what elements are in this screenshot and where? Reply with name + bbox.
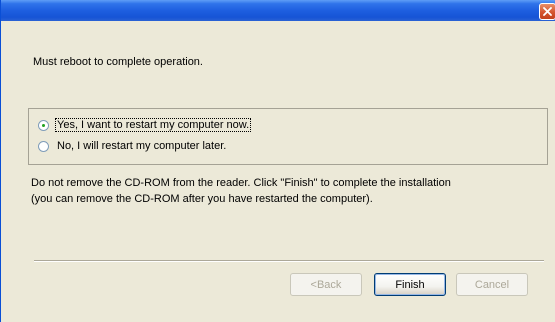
close-button[interactable] xyxy=(539,3,555,20)
cdrom-info-line-2: (you can remove the CD-ROM after you hav… xyxy=(31,193,373,205)
finish-button[interactable]: Finish xyxy=(374,273,446,296)
restart-now-option[interactable]: Yes, I want to restart my computer now. xyxy=(38,117,252,133)
restart-later-radio[interactable] xyxy=(38,140,49,152)
installer-dialog-window: Must reboot to complete operation. Yes, … xyxy=(0,0,555,322)
title-bar[interactable] xyxy=(1,0,555,21)
restart-now-radio[interactable] xyxy=(38,119,49,131)
separator xyxy=(34,260,544,262)
radio-selected-dot xyxy=(42,123,45,127)
restart-later-option[interactable]: No, I will restart my computer later. xyxy=(38,138,227,154)
close-icon xyxy=(543,7,552,16)
restart-later-label[interactable]: No, I will restart my computer later. xyxy=(56,140,227,152)
cdrom-info-line-1: Do not remove the CD-ROM from the reader… xyxy=(31,177,451,189)
restart-now-label[interactable]: Yes, I want to restart my computer now. xyxy=(54,118,252,132)
restart-options-group: Yes, I want to restart my computer now. … xyxy=(28,108,548,165)
back-button[interactable]: <Back xyxy=(290,273,362,296)
dialog-body: Must reboot to complete operation. Yes, … xyxy=(10,30,555,322)
reboot-message: Must reboot to complete operation. xyxy=(33,56,203,68)
cancel-button[interactable]: Cancel xyxy=(456,273,528,296)
